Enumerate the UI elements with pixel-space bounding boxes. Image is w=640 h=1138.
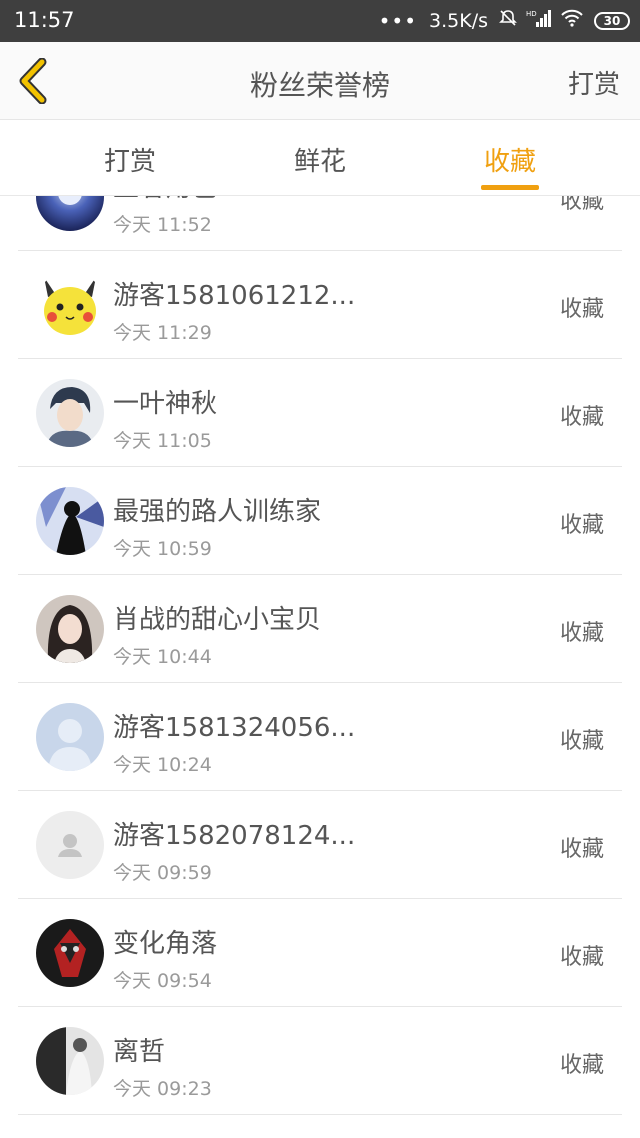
action-label: 收藏 xyxy=(559,405,604,430)
avatar xyxy=(36,196,104,231)
avatar xyxy=(36,919,104,987)
timestamp: 今天 10:59 xyxy=(113,538,212,560)
action-label: 收藏 xyxy=(559,297,604,322)
list-item[interactable]: 一叶神秋 今天 11:05 收藏 xyxy=(0,359,640,467)
action-label: 收藏 xyxy=(559,729,604,754)
status-bar: 11:57 ••• 3.5K/s HD 30 xyxy=(0,0,640,42)
list-item[interactable]: 变化角落 今天 09:54 收藏 xyxy=(0,899,640,1007)
list-item[interactable]: 游客1582078124... 今天 09:59 收藏 xyxy=(0,791,640,899)
divider xyxy=(18,1114,622,1115)
wifi-icon xyxy=(560,8,584,33)
timestamp: 今天 09:54 xyxy=(113,970,212,992)
battery-icon: 30 xyxy=(594,11,630,30)
timestamp: 今天 11:05 xyxy=(113,430,212,452)
action-label: 收藏 xyxy=(559,1053,604,1078)
avatar xyxy=(36,379,104,447)
list-item[interactable]: 游客1581324056... 今天 10:24 收藏 xyxy=(0,683,640,791)
tab-favorites[interactable]: 收藏 xyxy=(450,141,570,178)
avatar xyxy=(36,1027,104,1095)
status-time: 11:57 xyxy=(14,8,75,32)
avatar xyxy=(36,487,104,555)
tab-flowers[interactable]: 鲜花 xyxy=(260,141,380,178)
action-label: 收藏 xyxy=(559,513,604,538)
avatar xyxy=(36,703,104,771)
user-name: 王者角色 xyxy=(113,196,217,204)
tab-reward[interactable]: 打赏 xyxy=(70,141,190,178)
user-name: 一叶神秋 xyxy=(113,389,218,419)
list-item[interactable]: 最强的路人训练家 今天 10:59 收藏 xyxy=(0,467,640,575)
avatar xyxy=(36,811,104,879)
list-item[interactable]: 离哲 今天 09:23 收藏 xyxy=(0,1007,640,1115)
list-item[interactable]: 王者角色 今天 11:52 收藏 xyxy=(0,196,640,251)
user-name: 变化角落 xyxy=(113,929,218,959)
timestamp: 今天 09:59 xyxy=(113,862,212,884)
tab-bar: 打赏 鲜花 收藏 xyxy=(0,121,640,196)
timestamp: 今天 09:23 xyxy=(113,1078,212,1100)
timestamp: 今天 11:52 xyxy=(113,214,212,236)
user-name: 最强的路人训练家 xyxy=(113,497,322,527)
timestamp: 今天 10:24 xyxy=(113,754,212,776)
reward-button[interactable]: 打赏 xyxy=(568,64,620,101)
header: 粉丝荣誉榜 打赏 xyxy=(0,42,640,120)
user-name: 游客1581061212... xyxy=(113,281,356,311)
status-icons: ••• 3.5K/s HD 30 xyxy=(379,8,630,33)
list-item[interactable]: 肖战的甜心小宝贝 今天 10:44 收藏 xyxy=(0,575,640,683)
user-name: 游客1581324056... xyxy=(113,713,356,743)
avatar xyxy=(36,595,104,663)
page-title: 粉丝荣誉榜 xyxy=(249,69,390,102)
fan-list[interactable]: 王者角色 今天 11:52 收藏 游客1581061212... 今天 11:2… xyxy=(0,196,640,1138)
more-dots-icon: ••• xyxy=(378,8,418,33)
network-speed: 3.5K/s xyxy=(429,9,488,32)
mute-bell-icon xyxy=(498,8,518,33)
action-label: 收藏 xyxy=(559,945,604,970)
signal-icon: HD xyxy=(526,8,552,33)
list-item[interactable]: 游客1581061212... 今天 11:29 收藏 xyxy=(0,251,640,359)
user-name: 离哲 xyxy=(113,1037,166,1067)
user-name: 肖战的甜心小宝贝 xyxy=(113,605,322,635)
user-name: 游客1582078124... xyxy=(113,821,356,851)
active-tab-indicator xyxy=(481,185,539,190)
svg-text:HD: HD xyxy=(526,10,537,18)
action-label: 收藏 xyxy=(559,196,604,214)
timestamp: 今天 11:29 xyxy=(113,322,212,344)
action-label: 收藏 xyxy=(559,837,604,862)
avatar xyxy=(36,271,104,339)
action-label: 收藏 xyxy=(559,621,604,646)
timestamp: 今天 10:44 xyxy=(113,646,212,668)
